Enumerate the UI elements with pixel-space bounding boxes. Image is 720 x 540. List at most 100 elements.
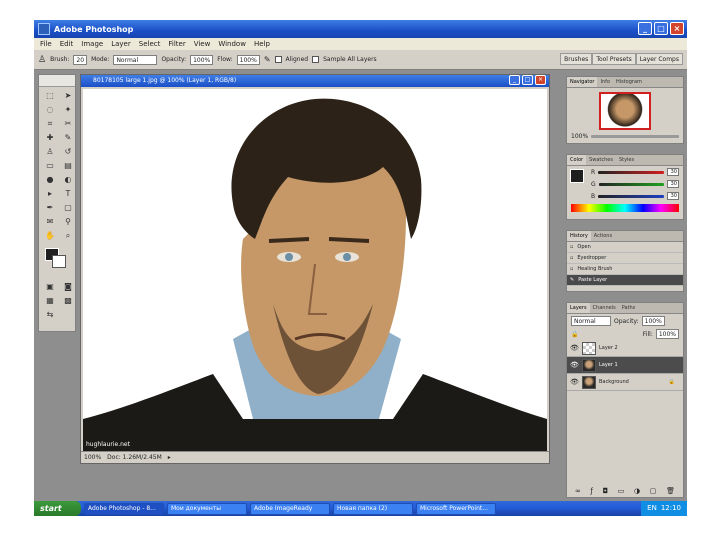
blur-tool-icon[interactable]: ● — [42, 173, 58, 186]
navigator-zoom-slider[interactable] — [591, 134, 679, 138]
well-layer-comps-tab[interactable]: Layer Comps — [635, 53, 683, 65]
history-item-selected[interactable]: ✎ Paste Layer — [567, 275, 683, 286]
taskbar-item-photoshop[interactable]: Adobe Photoshop - 8... — [84, 502, 164, 515]
sample-all-layers-checkbox[interactable] — [312, 56, 320, 63]
add-style-icon[interactable]: ƒ — [590, 487, 592, 495]
document-canvas[interactable]: hughlaurie.net — [83, 89, 547, 451]
menu-window[interactable]: Window — [218, 40, 246, 48]
jump-to-imageready-icon[interactable]: ⇆ — [42, 308, 58, 321]
full-screen-mode-icon[interactable]: ▩ — [60, 294, 76, 307]
zoom-level[interactable]: 100% — [84, 454, 101, 461]
tab-layers[interactable]: Layers — [567, 303, 590, 313]
new-set-icon[interactable]: ▭ — [618, 487, 625, 495]
brush-size-picker[interactable]: 20 — [73, 54, 88, 65]
mode-select[interactable]: Normal — [113, 54, 158, 65]
link-icon[interactable]: ∞ — [575, 487, 581, 495]
doc-minimize-button[interactable]: _ — [509, 75, 520, 85]
tab-swatches[interactable]: Swatches — [586, 155, 616, 165]
red-slider[interactable] — [598, 170, 664, 174]
menu-filter[interactable]: Filter — [168, 40, 185, 48]
standard-mode-icon[interactable]: ▣ — [42, 280, 58, 293]
history-item[interactable]: ▫ Healing Brush — [567, 264, 683, 275]
green-value[interactable]: 30 — [667, 180, 679, 188]
layer-fill-field[interactable]: 100% — [655, 329, 679, 339]
color-panel-swatch[interactable] — [570, 169, 584, 183]
new-layer-icon[interactable]: ▢ — [650, 487, 657, 495]
marquee-tool-icon[interactable]: ⬚ — [42, 89, 58, 102]
healing-brush-tool-icon[interactable]: ✚ — [42, 131, 58, 144]
start-button[interactable]: start — [34, 501, 81, 516]
lasso-tool-icon[interactable]: ◌ — [42, 103, 58, 116]
doc-maximize-button[interactable]: □ — [522, 75, 533, 85]
menu-select[interactable]: Select — [139, 40, 161, 48]
menu-help[interactable]: Help — [254, 40, 270, 48]
screen-mode-icon[interactable]: ▦ — [42, 294, 58, 307]
stamp-tool-icon[interactable]: ♙ — [38, 55, 46, 65]
tab-info[interactable]: Info — [597, 77, 612, 87]
tab-actions[interactable]: Actions — [591, 231, 615, 241]
menu-layer[interactable]: Layer — [111, 40, 131, 48]
move-tool-icon[interactable]: ➤ — [60, 89, 76, 102]
history-brush-tool-icon[interactable]: ↺ — [60, 145, 76, 158]
red-value[interactable]: 30 — [667, 168, 679, 176]
menu-view[interactable]: View — [194, 40, 211, 48]
lock-icon[interactable]: 🔒 — [571, 331, 578, 338]
notes-tool-icon[interactable]: ✉ — [42, 215, 58, 228]
flow-field[interactable]: 100% — [236, 54, 260, 65]
visibility-eye-icon[interactable]: 👁 — [570, 378, 579, 386]
close-button[interactable]: × — [670, 22, 684, 35]
slice-tool-icon[interactable]: ✂ — [60, 117, 76, 130]
hand-tool-icon[interactable]: ✋ — [42, 229, 58, 242]
tab-channels[interactable]: Channels — [590, 303, 619, 313]
taskbar-item-documents[interactable]: Мои документы — [167, 502, 247, 515]
taskbar-item-powerpoint[interactable]: Microsoft PowerPoint... — [416, 502, 496, 515]
tab-history[interactable]: History — [567, 231, 591, 241]
layer-row[interactable]: 👁 Layer 2 — [567, 340, 683, 357]
doc-close-button[interactable]: × — [535, 75, 546, 85]
well-tool-presets-tab[interactable]: Tool Presets — [592, 53, 636, 65]
clone-stamp-tool-icon[interactable]: ♙ — [42, 145, 58, 158]
path-selection-tool-icon[interactable]: ▸ — [42, 187, 58, 200]
blue-slider[interactable] — [598, 194, 664, 198]
well-brushes-tab[interactable]: Brushes — [560, 53, 593, 65]
eyedropper-tool-icon[interactable]: ⚲ — [60, 215, 76, 228]
language-indicator[interactable]: EN — [647, 501, 657, 516]
pen-tool-icon[interactable]: ✒ — [42, 201, 58, 214]
tab-navigator[interactable]: Navigator — [567, 77, 598, 87]
quick-mask-mode-icon[interactable]: ◙ — [60, 280, 76, 293]
background-color-swatch[interactable] — [52, 255, 66, 268]
dodge-tool-icon[interactable]: ◐ — [60, 173, 76, 186]
tab-histogram[interactable]: Histogram — [613, 77, 645, 87]
magic-wand-tool-icon[interactable]: ✦ — [60, 103, 76, 116]
trash-icon[interactable]: 🗑 — [666, 487, 675, 495]
blue-value[interactable]: 30 — [667, 192, 679, 200]
shape-tool-icon[interactable]: ▢ — [60, 201, 76, 214]
zoom-tool-icon[interactable]: ⌕ — [60, 229, 76, 242]
navigator-thumbnail[interactable] — [599, 92, 651, 130]
color-spectrum-bar[interactable] — [571, 204, 679, 212]
visibility-eye-icon[interactable]: 👁 — [570, 361, 579, 369]
layer-row-selected[interactable]: 👁 Layer 1 — [567, 357, 683, 374]
layer-opacity-field[interactable]: 100% — [641, 316, 665, 326]
blend-mode-select[interactable]: Normal — [571, 316, 611, 326]
layer-row[interactable]: 👁 Background 🔒 — [567, 374, 683, 391]
taskbar-item-imageready[interactable]: Adobe ImageReady — [250, 502, 330, 515]
gradient-tool-icon[interactable]: ▤ — [60, 159, 76, 172]
brush-tool-icon[interactable]: ✎ — [60, 131, 76, 144]
adjustment-layer-icon[interactable]: ◑ — [634, 487, 640, 495]
eraser-tool-icon[interactable]: ▭ — [42, 159, 58, 172]
menu-image[interactable]: Image — [81, 40, 103, 48]
history-item[interactable]: ▫ Open — [567, 242, 683, 253]
tab-paths[interactable]: Paths — [619, 303, 639, 313]
crop-tool-icon[interactable]: ⌗ — [42, 117, 58, 130]
menu-file[interactable]: File — [40, 40, 52, 48]
green-slider[interactable] — [598, 182, 664, 186]
airbrush-icon[interactable]: ✎ — [264, 55, 271, 64]
tab-color[interactable]: Color — [567, 155, 587, 165]
tab-styles[interactable]: Styles — [616, 155, 637, 165]
maximize-button[interactable]: □ — [654, 22, 668, 35]
menu-edit[interactable]: Edit — [60, 40, 74, 48]
visibility-eye-icon[interactable]: 👁 — [570, 344, 579, 352]
taskbar-item-new-folder[interactable]: Новая папка (2) — [333, 502, 413, 515]
opacity-field[interactable]: 100% — [190, 54, 214, 65]
